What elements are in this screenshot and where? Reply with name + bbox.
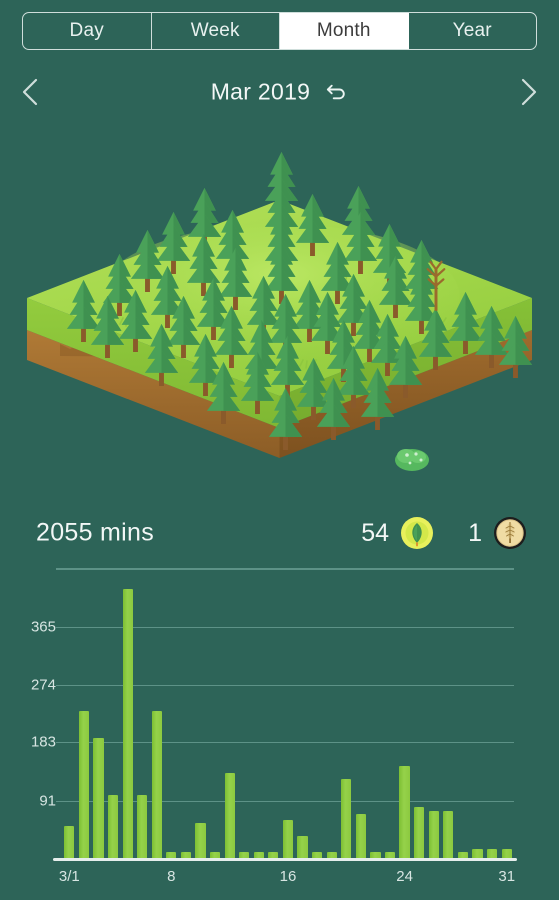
counters-group: 54 1 [361,516,527,550]
chart-bar[interactable] [224,772,235,858]
chart-bar[interactable] [355,813,366,858]
bar-slot[interactable] [62,580,77,858]
bar-slot[interactable] [179,580,194,858]
tree-coin-badge-icon [493,516,527,550]
forest-stats-screen: Day Week Month Year Mar 2019 2055 mins 5… [0,0,559,900]
chevron-right-icon[interactable] [511,75,545,109]
bar-slot[interactable] [91,580,106,858]
bar-slot[interactable] [310,580,325,858]
bar-slot[interactable] [208,580,223,858]
bar-slot[interactable] [441,580,456,858]
x-tick-label: 3/1 [58,868,80,885]
bar-slot[interactable] [456,580,471,858]
bar-slot[interactable] [120,580,135,858]
y-tick-label: 183 [30,733,56,751]
chevron-left-icon[interactable] [14,75,48,109]
x-tick-label: 16 [279,868,297,885]
bar-slot[interactable] [106,580,121,858]
chart-bar[interactable] [64,826,75,858]
leaf-count: 54 [361,518,390,547]
bar-slot[interactable] [193,580,208,858]
bar-slot[interactable] [383,580,398,858]
leaf-badge-icon [400,516,434,550]
bar-slot[interactable] [470,580,485,858]
chart-bar[interactable] [122,589,133,858]
chart-bar[interactable] [341,779,352,858]
bar-slot[interactable] [485,580,500,858]
bar-slot[interactable] [426,580,441,858]
tab-week[interactable]: Week [152,13,280,49]
chart-bar[interactable] [195,823,206,858]
x-tick-label: 8 [167,868,176,885]
chart-bar[interactable] [414,807,425,858]
undo-arrow-icon[interactable] [324,80,348,104]
tree-count: 1 [468,518,482,547]
chart-bar[interactable] [282,820,294,858]
x-tick-label: 31 [498,868,516,885]
bar-slot[interactable] [252,580,267,858]
tab-year[interactable]: Year [409,13,537,49]
current-period: Mar 2019 [211,79,349,106]
bar-slot[interactable] [397,580,412,858]
chart-plot-area [56,580,514,858]
chart-bar[interactable] [443,810,454,858]
y-tick-label: 91 [39,792,56,809]
gridline [56,569,514,571]
chart-x-axis-line [53,858,517,861]
bar-slot[interactable] [281,580,296,858]
bar-slot[interactable] [164,580,179,858]
chart-bar[interactable] [137,794,148,858]
chart-bar[interactable] [93,737,104,858]
bar-slot[interactable] [77,580,92,858]
bar-slot[interactable] [222,580,237,858]
chart-x-axis-labels: 3/1 8 16 24 31 [56,868,516,892]
chart-bar[interactable] [472,848,483,858]
y-tick-label: 365 [30,618,56,636]
bar-slot[interactable] [354,580,369,858]
bar-slot[interactable] [237,580,252,858]
chart-bar[interactable] [151,711,162,858]
total-focus-time: 2055 mins [36,518,155,547]
period-label: Mar 2019 [210,78,311,105]
monthly-focus-bar-chart: 91 183 274 365 3/1 8 16 24 31 [0,569,559,900]
chart-bar[interactable] [486,848,498,858]
bar-slot[interactable] [368,580,383,858]
chart-bar[interactable] [107,794,119,858]
bar-slot[interactable] [499,580,514,858]
tab-day[interactable]: Day [23,13,152,49]
chart-bar[interactable] [501,848,512,858]
stats-summary: 2055 mins 54 1 [0,508,559,558]
chart-bar[interactable] [399,766,410,858]
y-tick-label: 274 [30,676,56,694]
chart-bar[interactable] [428,810,439,858]
bar-slot[interactable] [295,580,310,858]
x-tick-label: 24 [396,868,413,885]
bar-slot[interactable] [266,580,281,858]
date-navigator: Mar 2019 [0,62,559,122]
bar-slot[interactable] [339,580,354,858]
period-tabbar: Day Week Month Year [22,12,537,50]
bar-slot[interactable] [412,580,427,858]
chart-bar[interactable] [78,710,89,858]
isometric-forest-island [0,128,559,483]
tab-month[interactable]: Month [280,13,409,49]
bar-slot[interactable] [135,580,150,858]
bar-slot[interactable] [149,580,164,858]
chart-bar[interactable] [297,835,308,858]
bar-slot[interactable] [324,580,339,858]
chart-bars [62,580,514,858]
